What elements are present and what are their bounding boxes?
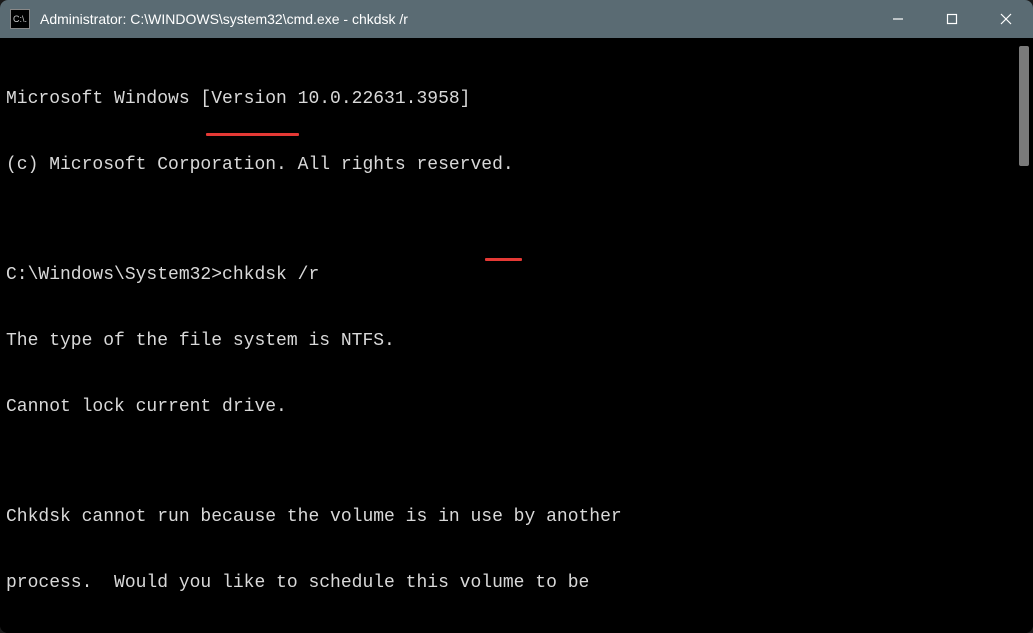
terminal-content: Microsoft Windows [Version 10.0.22631.39… [6,44,1015,633]
cmd-icon: C:\. [10,9,30,29]
window-controls [871,0,1033,38]
window-title: Administrator: C:\WINDOWS\system32\cmd.e… [40,11,871,27]
terminal-body[interactable]: Microsoft Windows [Version 10.0.22631.39… [0,38,1033,633]
output-line: The type of the file system is NTFS. [6,330,1015,352]
output-line: (c) Microsoft Corporation. All rights re… [6,154,1015,176]
output-line: Cannot lock current drive. [6,396,1015,418]
output-line: process. Would you like to schedule this… [6,572,1015,594]
minimize-button[interactable] [871,0,925,38]
output-line: Chkdsk cannot run because the volume is … [6,506,1015,528]
scrollbar-thumb[interactable] [1019,46,1029,166]
scrollbar[interactable] [1015,44,1031,633]
cmd-window: C:\. Administrator: C:\WINDOWS\system32\… [0,0,1033,633]
annotation-underline-command [206,133,299,136]
output-line: Microsoft Windows [Version 10.0.22631.39… [6,88,1015,110]
minimize-icon [892,13,904,25]
close-icon [999,12,1013,26]
command-text: chkdsk /r [222,265,319,285]
titlebar[interactable]: C:\. Administrator: C:\WINDOWS\system32\… [0,0,1033,38]
prompt: C:\Windows\System32> [6,265,222,285]
maximize-button[interactable] [925,0,979,38]
annotation-underline-response [485,258,522,261]
close-button[interactable] [979,0,1033,38]
maximize-icon [946,13,958,25]
prompt-line: C:\Windows\System32>chkdsk /r [6,264,1015,286]
